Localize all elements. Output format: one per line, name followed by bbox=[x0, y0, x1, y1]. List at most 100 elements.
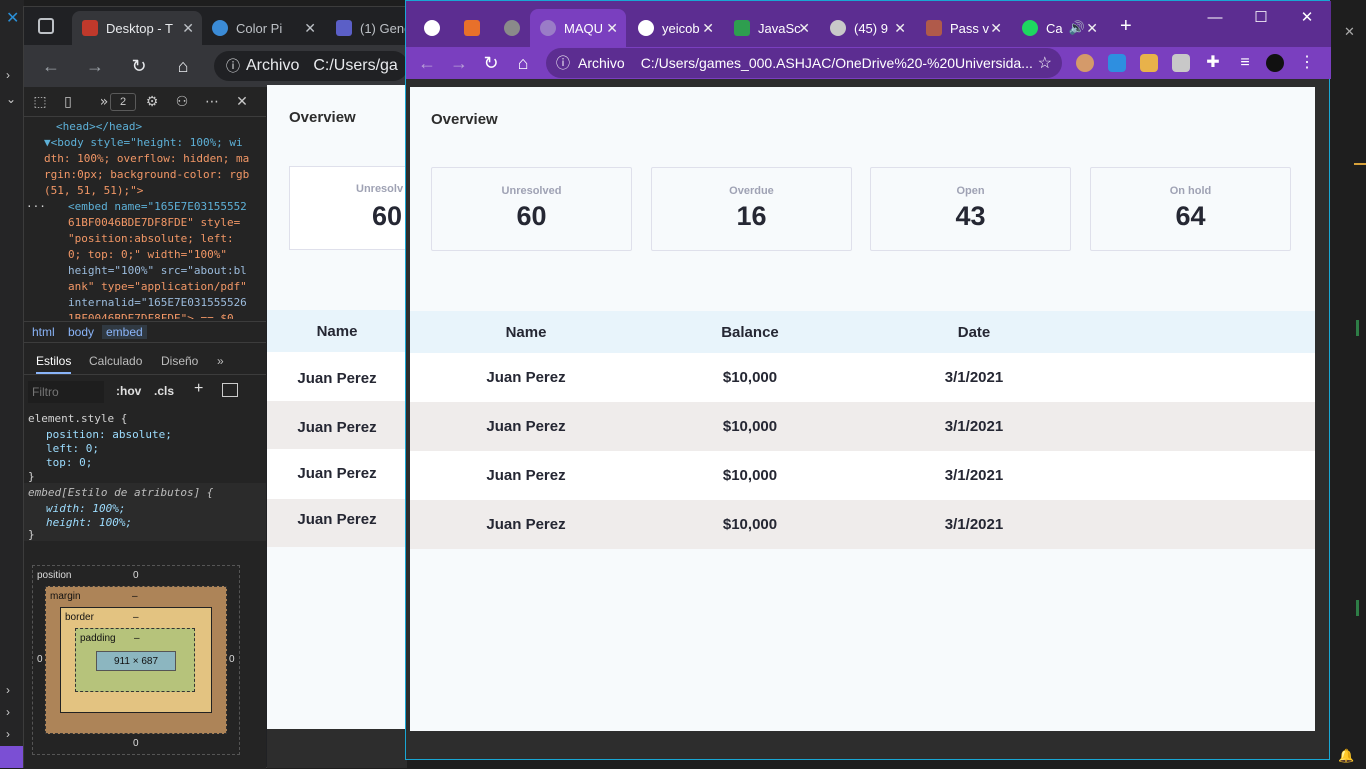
chevron-right-icon[interactable]: › bbox=[6, 68, 10, 82]
close-icon[interactable]: ✕ bbox=[182, 20, 194, 37]
star-icon[interactable]: ☆ bbox=[1038, 53, 1052, 73]
extension-face-icon[interactable] bbox=[1076, 54, 1094, 72]
tab-pass[interactable]: Pass v ✕ bbox=[916, 9, 1010, 47]
home-icon[interactable]: ⌂ bbox=[512, 52, 534, 74]
issues-badge[interactable]: 2 bbox=[110, 93, 136, 111]
filter-input[interactable] bbox=[28, 381, 104, 403]
dom-tree[interactable]: <head></head> ▼<body style="height: 100%… bbox=[24, 117, 266, 319]
bell-icon[interactable]: 🔔 bbox=[1338, 748, 1354, 764]
stat-card-unresolved[interactable]: Unresolved 60 bbox=[431, 167, 632, 251]
playlist-icon[interactable]: ≡ bbox=[1236, 54, 1254, 72]
stat-card-open[interactable]: Open 43 bbox=[870, 167, 1071, 251]
close-icon[interactable]: ✕ bbox=[1086, 20, 1098, 37]
table-row[interactable]: Juan Perez $10,000 3/1/2021 bbox=[410, 402, 1315, 451]
close-icon[interactable]: ✕ bbox=[1344, 24, 1355, 40]
dom-line[interactable]: "position:absolute; left: bbox=[68, 231, 234, 247]
forward-arrow-icon[interactable]: → bbox=[84, 55, 106, 77]
close-icon[interactable]: ✕ bbox=[606, 20, 618, 37]
extension-grey-icon[interactable] bbox=[1172, 54, 1190, 72]
address-bar[interactable]: ⓘ Archivo C:/Users/games_000.ASHJAC/OneD… bbox=[546, 48, 1062, 78]
close-icon[interactable]: ✕ bbox=[234, 94, 250, 110]
position-left-value[interactable]: 0 bbox=[37, 654, 43, 665]
border-top-value[interactable]: – bbox=[133, 612, 139, 623]
close-icon[interactable]: ✕ bbox=[702, 20, 714, 37]
column-header-name[interactable]: Name bbox=[267, 323, 407, 340]
tab-grey-globe[interactable] bbox=[494, 9, 530, 47]
status-bar-remote[interactable] bbox=[0, 746, 24, 768]
back-arrow-icon[interactable]: ← bbox=[416, 52, 438, 74]
maximize-icon[interactable]: ☐ bbox=[1238, 7, 1284, 27]
dom-ellipsis[interactable]: ··· bbox=[26, 199, 46, 215]
dom-line[interactable]: <embed name="165E7E03155552 bbox=[68, 199, 247, 215]
gear-icon[interactable]: ⚙ bbox=[144, 94, 160, 110]
position-bottom-value[interactable]: 0 bbox=[133, 738, 139, 749]
table-row[interactable]: Juan Perez $10,000 3/1/2021 bbox=[410, 353, 1315, 402]
back-arrow-icon[interactable]: ← bbox=[40, 55, 62, 77]
extension-diamond-icon[interactable] bbox=[1108, 54, 1126, 72]
tab-estilos[interactable]: Estilos bbox=[36, 354, 72, 374]
column-header-date[interactable]: Date bbox=[894, 324, 1054, 341]
close-icon[interactable]: ✕ bbox=[894, 20, 906, 37]
dom-line[interactable]: 61BF0046BDE7DF8FDE" style= bbox=[68, 215, 240, 231]
stat-card-on-hold[interactable]: On hold 64 bbox=[1090, 167, 1291, 251]
tab-desktop-pdf[interactable]: Desktop - T ✕ bbox=[72, 11, 202, 45]
dom-line[interactable]: height="100%" src="about:bl bbox=[68, 263, 247, 279]
inspect-element-icon[interactable]: ⬚ bbox=[32, 94, 48, 110]
breadcrumb-embed[interactable]: embed bbox=[102, 325, 147, 339]
more-tabs-icon[interactable]: » bbox=[217, 354, 224, 368]
dom-line[interactable]: dth: 100%; overflow: hidden; ma bbox=[44, 151, 249, 167]
column-header-name[interactable]: Name bbox=[446, 324, 606, 341]
table-row[interactable]: Juan Perez $10,000 3/1/2021 bbox=[410, 500, 1315, 549]
tab-google[interactable]: (45) 9 ✕ bbox=[820, 9, 914, 47]
tab-spotify[interactable]: Ca 🔊 ✕ bbox=[1012, 9, 1106, 47]
tab-calculado[interactable]: Calculado bbox=[89, 354, 142, 368]
chevron-right-icon[interactable]: › bbox=[6, 727, 10, 741]
style-declaration[interactable]: top: 0; bbox=[46, 455, 92, 471]
close-icon[interactable]: ✕ bbox=[304, 20, 316, 37]
hov-toggle[interactable]: :hov bbox=[116, 384, 141, 398]
tab-globe[interactable] bbox=[414, 9, 454, 47]
dom-line[interactable]: ank" type="application/pdf" bbox=[68, 279, 247, 295]
content-box[interactable]: 911 × 687 bbox=[96, 651, 176, 671]
style-selector[interactable]: embed[Estilo de atributos] { bbox=[28, 485, 213, 501]
chevron-down-icon[interactable]: ⌄ bbox=[6, 92, 16, 106]
padding-top-value[interactable]: – bbox=[134, 633, 140, 644]
chevron-right-icon[interactable]: › bbox=[6, 705, 10, 719]
close-window-icon[interactable]: ✕ bbox=[1284, 7, 1330, 27]
more-options-icon[interactable]: ⋯ bbox=[204, 94, 220, 110]
dom-line[interactable]: ▼<body style="height: 100%; wi bbox=[44, 135, 243, 151]
reload-icon[interactable]: ↻ bbox=[480, 52, 502, 74]
tab-zb[interactable] bbox=[454, 9, 494, 47]
tab-github[interactable]: yeicob ✕ bbox=[628, 9, 722, 47]
dom-line[interactable]: internalid="165E7E031555526 bbox=[68, 295, 247, 311]
tab-search-icon[interactable] bbox=[38, 18, 54, 34]
close-icon[interactable]: ✕ bbox=[990, 20, 1002, 37]
dom-line[interactable]: rgin:0px; background-color: rgb bbox=[44, 167, 249, 183]
address-bar[interactable]: ⓘ Archivo C:/Users/ga bbox=[214, 51, 408, 81]
menu-dots-icon[interactable]: ⋮ bbox=[1298, 54, 1316, 72]
breadcrumb-html[interactable]: html bbox=[32, 325, 55, 339]
customize-icon[interactable]: ⚇ bbox=[174, 94, 190, 110]
reload-icon[interactable]: ↻ bbox=[128, 55, 150, 77]
breadcrumb-body[interactable]: body bbox=[68, 325, 94, 339]
table-row[interactable]: Juan Perez $10,000 3/1/2021 bbox=[410, 451, 1315, 500]
cls-toggle[interactable]: .cls bbox=[154, 384, 174, 398]
margin-top-value[interactable]: – bbox=[132, 591, 138, 602]
tab-diseno[interactable]: Diseño bbox=[161, 354, 198, 368]
device-toolbar-icon[interactable]: ▯ bbox=[60, 94, 76, 110]
style-selector[interactable]: element.style { bbox=[28, 411, 127, 427]
minimize-icon[interactable]: — bbox=[1192, 7, 1238, 27]
puzzle-icon[interactable]: ✚ bbox=[1204, 54, 1222, 72]
new-tab-button[interactable]: + bbox=[1120, 15, 1132, 38]
position-top-value[interactable]: 0 bbox=[133, 570, 139, 581]
add-rule-icon[interactable]: + bbox=[194, 380, 203, 398]
tab-teams[interactable]: (1) Gene bbox=[326, 11, 408, 45]
tab-color-picker[interactable]: Color Pi ✕ bbox=[202, 11, 324, 45]
forward-arrow-icon[interactable]: → bbox=[448, 52, 470, 74]
tab-maqu[interactable]: MAQU ✕ bbox=[530, 9, 626, 47]
avatar[interactable] bbox=[1266, 54, 1284, 72]
position-right-value[interactable]: 0 bbox=[229, 654, 235, 665]
stat-card-overdue[interactable]: Overdue 16 bbox=[651, 167, 852, 251]
extension-pixel-icon[interactable] bbox=[1140, 54, 1158, 72]
dom-line[interactable]: 1BF0046BDE7DF8FDE"> == $0 bbox=[68, 311, 234, 319]
